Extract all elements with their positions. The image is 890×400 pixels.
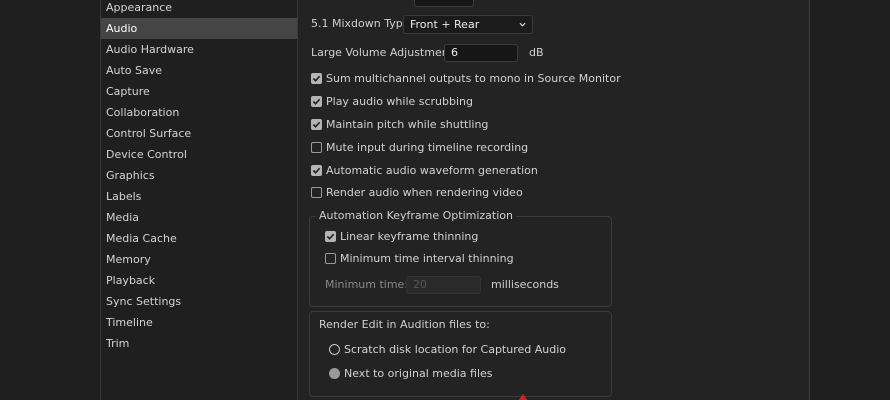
radio-unselected[interactable] [329, 343, 340, 355]
checkbox-label: Play audio while scrubbing [326, 94, 474, 108]
sidebar-item-audio-hardware[interactable]: Audio Hardware [101, 39, 297, 60]
mixdown-type-value: Front + Rear [410, 18, 480, 31]
auto-waveform-checkbox[interactable]: Automatic audio waveform generation [311, 162, 538, 178]
mixdown-type-label: 5.1 Mixdown Type: [311, 17, 414, 30]
checkbox-unchecked[interactable] [311, 141, 322, 153]
checkbox-label: Linear keyframe thinning [340, 229, 479, 243]
red-arrow-annotation-icon [518, 394, 528, 400]
checkmark-icon [312, 167, 321, 174]
sidebar-item-media[interactable]: Media [101, 207, 297, 228]
sidebar-item-device-control[interactable]: Device Control [101, 144, 297, 165]
minimum-time-input[interactable]: 20 [406, 276, 481, 294]
checkbox-label: Minimum time interval thinning [340, 251, 514, 265]
radio-selected[interactable] [329, 367, 340, 379]
preferences-dialog: Appearance Audio Audio Hardware Auto Sav… [100, 0, 810, 400]
clipped-top-field[interactable] [414, 0, 474, 7]
sidebar-item-capture[interactable]: Capture [101, 81, 297, 102]
checkbox-label: Automatic audio waveform generation [326, 163, 538, 177]
large-volume-unit: dB [529, 46, 544, 59]
checkbox-label: Sum multichannel outputs to mono in Sour… [326, 71, 621, 85]
play-audio-scrubbing-checkbox[interactable]: Play audio while scrubbing [311, 93, 473, 109]
automation-group-title: Automation Keyframe Optimization [316, 209, 516, 222]
next-to-original-radio[interactable]: Next to original media files [329, 365, 493, 381]
checkbox-checked[interactable] [311, 164, 322, 176]
checkmark-icon [312, 121, 321, 128]
chevron-down-icon [519, 22, 526, 27]
minimum-time-unit: milliseconds [491, 278, 559, 291]
maintain-pitch-checkbox[interactable]: Maintain pitch while shuttling [311, 116, 488, 132]
radio-label: Scratch disk location for Captured Audio [344, 342, 567, 356]
checkbox-unchecked[interactable] [325, 252, 336, 264]
sidebar-item-sync-settings[interactable]: Sync Settings [101, 291, 297, 312]
sidebar-item-media-cache[interactable]: Media Cache [101, 228, 297, 249]
radio-label: Next to original media files [344, 366, 493, 380]
checkbox-label: Render audio when rendering video [326, 185, 523, 199]
sidebar-item-auto-save[interactable]: Auto Save [101, 60, 297, 81]
mute-input-checkbox[interactable]: Mute input during timeline recording [311, 139, 528, 155]
render-edit-title: Render Edit in Audition files to: [319, 318, 490, 331]
checkbox-checked[interactable] [311, 95, 322, 107]
sidebar-item-memory[interactable]: Memory [101, 249, 297, 270]
checkbox-label: Maintain pitch while shuttling [326, 117, 489, 131]
checkbox-unchecked[interactable] [311, 186, 322, 198]
checkbox-checked[interactable] [325, 230, 336, 242]
sum-multichannel-checkbox[interactable]: Sum multichannel outputs to mono in Sour… [311, 70, 621, 86]
sidebar-item-playback[interactable]: Playback [101, 270, 297, 291]
checkbox-label: Mute input during timeline recording [326, 140, 529, 154]
checkbox-checked[interactable] [311, 118, 322, 130]
checkbox-checked[interactable] [311, 72, 322, 84]
linear-thinning-checkbox[interactable]: Linear keyframe thinning [325, 228, 478, 244]
sidebar-item-timeline[interactable]: Timeline [101, 312, 297, 333]
sidebar-item-graphics[interactable]: Graphics [101, 165, 297, 186]
large-volume-label: Large Volume Adjustment: [311, 46, 457, 59]
checkmark-icon [312, 75, 321, 82]
sidebar-item-appearance[interactable]: Appearance [101, 0, 297, 18]
mixdown-type-select[interactable]: Front + Rear [403, 15, 533, 34]
render-audio-checkbox[interactable]: Render audio when rendering video [311, 184, 523, 200]
checkmark-icon [312, 98, 321, 105]
large-volume-input[interactable]: 6 [444, 44, 518, 62]
checkmark-icon [326, 233, 335, 240]
audio-preferences-panel: 5.1 Mixdown Type: Front + Rear Large Vol… [298, 0, 809, 400]
sidebar-item-control-surface[interactable]: Control Surface [101, 123, 297, 144]
sidebar-item-labels[interactable]: Labels [101, 186, 297, 207]
min-interval-thinning-checkbox[interactable]: Minimum time interval thinning [325, 250, 514, 266]
sidebar-item-collaboration[interactable]: Collaboration [101, 102, 297, 123]
minimum-time-label: Minimum time: [325, 278, 409, 291]
preferences-sidebar: Appearance Audio Audio Hardware Auto Sav… [101, 0, 298, 400]
scratch-disk-radio[interactable]: Scratch disk location for Captured Audio [329, 341, 566, 357]
sidebar-item-trim[interactable]: Trim [101, 333, 297, 354]
sidebar-item-audio[interactable]: Audio [101, 18, 297, 39]
